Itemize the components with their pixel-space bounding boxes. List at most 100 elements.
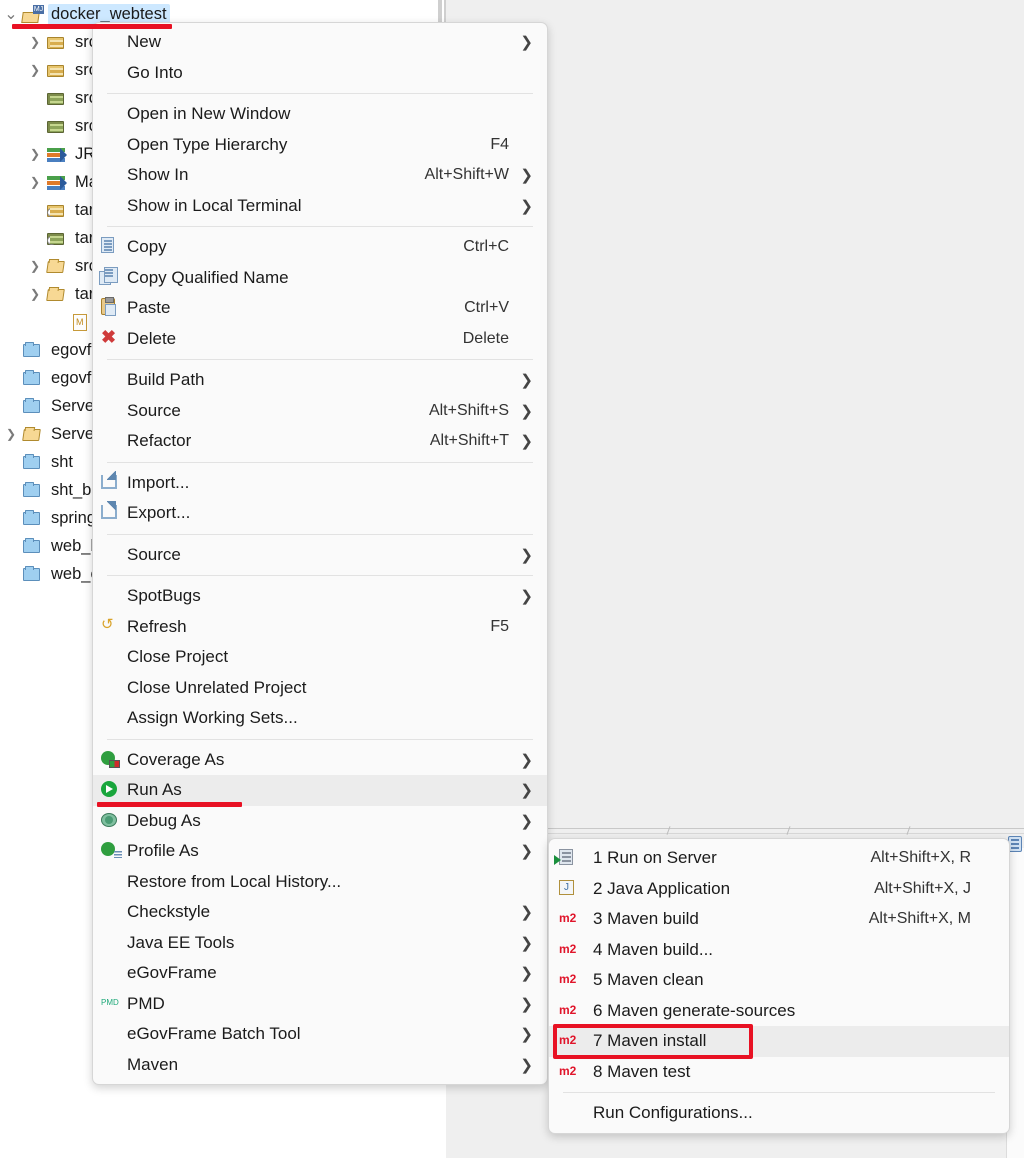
tree-item-icon (22, 397, 44, 415)
menu-item[interactable]: Open Type HierarchyF4 (93, 130, 547, 161)
m2-icon: m2 (559, 942, 576, 956)
menu-item[interactable]: Go Into (93, 58, 547, 89)
menu-item[interactable]: Copy Qualified Name (93, 263, 547, 294)
tree-item-icon (46, 61, 68, 79)
chevron-down-icon[interactable]: ⌄ (0, 4, 22, 24)
tab-strip-line (548, 828, 1024, 829)
chevron-right-icon[interactable]: ❯ (24, 63, 46, 77)
chevron-right-icon[interactable]: ❯ (24, 287, 46, 301)
menu-item-label: 4 Maven build... (593, 940, 959, 960)
project-closed-icon (23, 484, 40, 497)
menu-item[interactable]: ✖DeleteDelete (93, 324, 547, 355)
menu-item-shortcut: Alt+Shift+X, M (869, 910, 971, 928)
menu-item[interactable]: Profile As❯ (93, 836, 547, 867)
menu-item[interactable]: eGovFrame❯ (93, 958, 547, 989)
menu-item[interactable]: SpotBugs❯ (93, 581, 547, 612)
menu-item-shortcut: Alt+Shift+X, J (874, 880, 971, 898)
project-closed-icon (23, 372, 40, 385)
tree-item-icon (46, 229, 68, 247)
project-closed-icon (23, 512, 40, 525)
menu-item[interactable]: RefactorAlt+Shift+T❯ (93, 426, 547, 457)
menu-item-label: SpotBugs (127, 586, 497, 606)
menu-item[interactable]: m28 Maven test (549, 1057, 1009, 1088)
chevron-right-icon[interactable]: ❯ (24, 35, 46, 49)
run-as-submenu[interactable]: 1 Run on ServerAlt+Shift+X, R2 Java Appl… (548, 838, 1010, 1134)
chevron-right-icon: ❯ (517, 546, 533, 564)
menu-item[interactable]: m2 4 Maven build... (549, 935, 1009, 966)
chevron-right-icon[interactable]: ❯ (24, 147, 46, 161)
menu-item[interactable]: Assign Working Sets... (93, 703, 547, 734)
menu-item[interactable]: 1 Run on ServerAlt+Shift+X, R (549, 843, 1009, 874)
menu-item[interactable]: PasteCtrl+V (93, 293, 547, 324)
menu-item-label: Build Path (127, 370, 497, 390)
menu-separator (107, 462, 533, 463)
screen: ⌄MJdocker_webtest❯src/❯src/src/src/❯JRE❯… (0, 0, 1024, 1158)
menu-item[interactable]: Open in New Window (93, 99, 547, 130)
tree-item-icon (22, 453, 44, 471)
menu-item[interactable]: CopyCtrl+C (93, 232, 547, 263)
menu-item[interactable]: Export... (93, 498, 547, 529)
menu-item-label: Import... (127, 473, 497, 493)
chevron-right-icon: ❯ (517, 964, 533, 982)
menu-separator (107, 226, 533, 227)
menu-item[interactable]: Build Path❯ (93, 365, 547, 396)
menu-item[interactable]: Checkstyle❯ (93, 897, 547, 928)
menu-item[interactable]: Restore from Local History... (93, 867, 547, 898)
menu-item[interactable]: Run Configurations... (549, 1098, 1009, 1129)
paste-icon (101, 298, 115, 315)
menu-item[interactable]: Maven❯ (93, 1050, 547, 1081)
menu-item[interactable]: SourceAlt+Shift+S❯ (93, 396, 547, 427)
menu-item-icon (93, 103, 127, 125)
chevron-right-icon: ❯ (517, 166, 533, 184)
tree-item-icon (22, 537, 44, 555)
menu-item[interactable]: Close Unrelated Project (93, 673, 547, 704)
menu-item[interactable]: ↺RefreshF5 (93, 612, 547, 643)
package-green-icon (47, 93, 64, 105)
menu-item[interactable]: Coverage As❯ (93, 745, 547, 776)
menu-item[interactable]: m23 Maven buildAlt+Shift+X, M (549, 904, 1009, 935)
menu-item-label: Restore from Local History... (127, 872, 497, 892)
chevron-right-icon[interactable]: ❯ (0, 427, 22, 441)
menu-item-label: eGovFrame Batch Tool (127, 1024, 497, 1044)
view-splitter[interactable] (438, 0, 442, 22)
menu-item[interactable]: Import... (93, 468, 547, 499)
menu-item[interactable]: Debug As❯ (93, 806, 547, 837)
view-splitter-secondary[interactable] (444, 0, 446, 22)
outline-view-icon[interactable] (1008, 836, 1022, 852)
menu-item[interactable]: m27 Maven install (549, 1026, 1009, 1057)
menu-item-label: Checkstyle (127, 902, 497, 922)
tree-item-icon (46, 285, 68, 303)
menu-item[interactable]: Java EE Tools❯ (93, 928, 547, 959)
menu-item-label: PMD (127, 994, 497, 1014)
menu-item-icon: ↺ (93, 616, 127, 638)
chevron-right-icon[interactable]: ❯ (24, 259, 46, 273)
menu-item-icon (93, 164, 127, 186)
menu-item[interactable]: Source❯ (93, 540, 547, 571)
menu-item-icon (93, 544, 127, 566)
m2-icon: m2 (559, 972, 576, 986)
menu-item[interactable]: New❯ (93, 27, 547, 58)
menu-item[interactable]: 2 Java ApplicationAlt+Shift+X, J (549, 874, 1009, 905)
folder-open-icon (46, 289, 65, 301)
chevron-right-icon[interactable]: ❯ (24, 175, 46, 189)
chevron-right-icon: ❯ (517, 402, 533, 420)
package-excluded-gold-icon (47, 205, 64, 217)
tree-item-icon (46, 145, 68, 163)
menu-item[interactable]: Show in Local Terminal❯ (93, 191, 547, 222)
chevron-right-icon: ❯ (517, 781, 533, 799)
menu-item[interactable]: eGovFrame Batch Tool❯ (93, 1019, 547, 1050)
menu-item[interactable]: m25 Maven clean (549, 965, 1009, 996)
chevron-right-icon: ❯ (517, 33, 533, 51)
menu-item[interactable]: Show InAlt+Shift+W❯ (93, 160, 547, 191)
menu-item-icon (93, 472, 127, 494)
project-context-menu[interactable]: New❯Go Into Open in New WindowOpen Type H… (92, 22, 548, 1085)
debug-icon (101, 813, 117, 827)
menu-item[interactable]: PMDPMD❯ (93, 989, 547, 1020)
menu-item[interactable]: Run As❯ (93, 775, 547, 806)
menu-item-label: Show In (127, 165, 413, 185)
menu-item-icon (93, 267, 127, 289)
delete-icon: ✖ (101, 329, 117, 345)
menu-item[interactable]: m26 Maven generate-sources (549, 996, 1009, 1027)
menu-item[interactable]: Close Project (93, 642, 547, 673)
java-application-icon (559, 880, 574, 895)
